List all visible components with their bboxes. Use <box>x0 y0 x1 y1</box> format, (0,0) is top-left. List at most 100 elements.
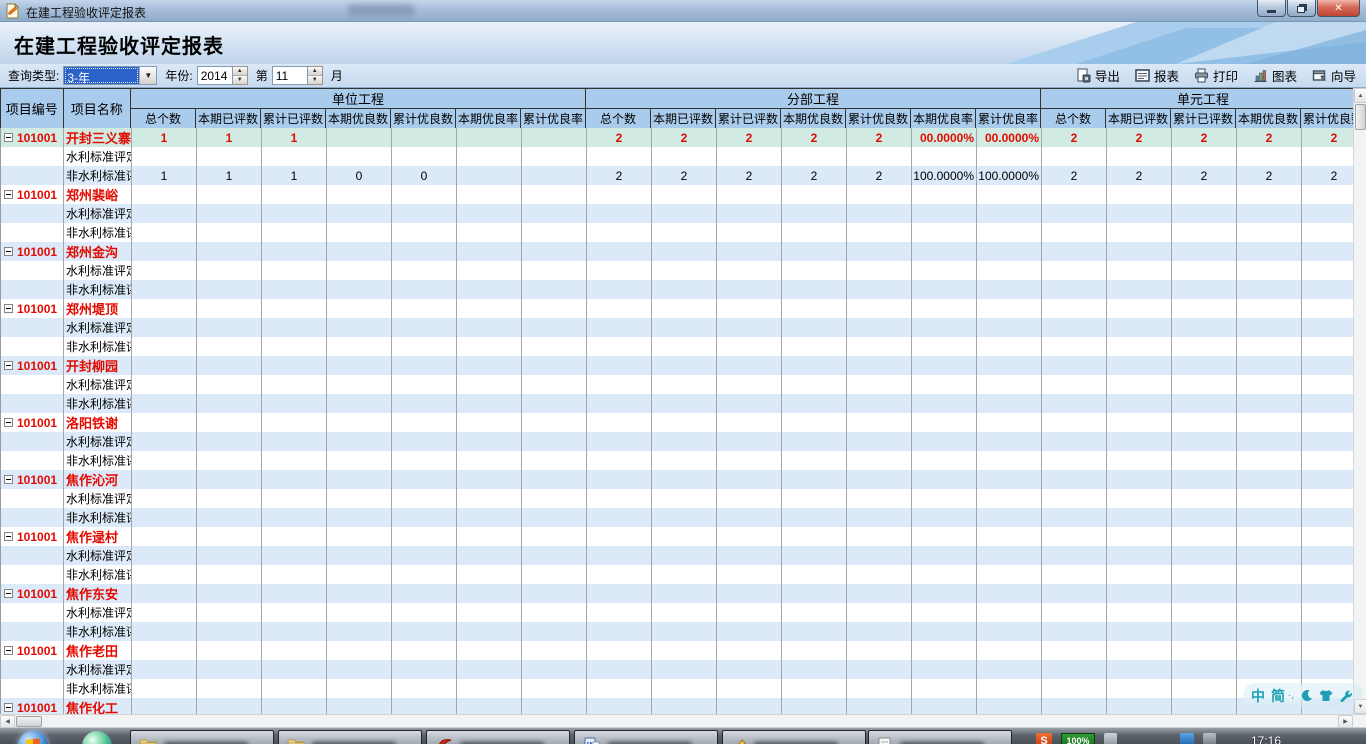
table-row[interactable]: 101001焦作化工 <box>1 698 1366 714</box>
month-value[interactable]: 11 <box>272 66 308 85</box>
horizontal-scroll-thumb[interactable] <box>16 716 42 727</box>
collapse-icon[interactable] <box>4 475 13 484</box>
table-cell <box>1172 413 1237 432</box>
horizontal-scrollbar[interactable]: ◀ ▶ <box>0 714 1366 727</box>
collapse-icon[interactable] <box>4 247 13 256</box>
taskbar[interactable]: W S 100% 17:16 <box>0 727 1366 744</box>
taskbar-button[interactable] <box>868 730 1012 744</box>
collapse-icon[interactable] <box>4 589 13 598</box>
ime-status-bar[interactable]: 中 简 ·, <box>1243 683 1363 708</box>
table-row[interactable]: 101001郑州堤顶 <box>1 299 1366 318</box>
table-row[interactable]: 101001焦作东安 <box>1 584 1366 603</box>
table-row[interactable]: 水利标准评定 <box>1 432 1366 451</box>
table-row[interactable]: 非水利标准评定 <box>1 622 1366 641</box>
battery-indicator[interactable]: 100% <box>1061 733 1095 744</box>
table-cell <box>652 299 717 318</box>
tray-network-icon[interactable] <box>1180 733 1194 744</box>
minimize-icon[interactable] <box>1257 0 1286 17</box>
chart-button[interactable]: 图表 <box>1253 66 1297 85</box>
table-row[interactable]: 非水利标准评定 <box>1 508 1366 527</box>
collapse-icon[interactable] <box>4 304 13 313</box>
table-row[interactable]: 101001开封柳园 <box>1 356 1366 375</box>
spin-up-icon[interactable]: ▲ <box>233 67 247 76</box>
table-row[interactable]: 水利标准评定 <box>1 318 1366 337</box>
collapse-icon[interactable] <box>4 190 13 199</box>
moon-icon[interactable] <box>1300 689 1313 702</box>
table-row[interactable]: 非水利标准评定1110022222100.0000%100.0000%22222 <box>1 166 1366 185</box>
table-row[interactable]: 101001郑州金沟 <box>1 242 1366 261</box>
table-cell <box>457 128 522 147</box>
chevron-down-icon[interactable]: ▼ <box>139 67 156 84</box>
collapse-icon[interactable] <box>4 418 13 427</box>
taskbar-button[interactable] <box>278 730 422 744</box>
sogou-tray-icon[interactable]: S <box>1036 733 1052 744</box>
taskbar-button[interactable] <box>722 730 866 744</box>
year-stepper[interactable]: 2014 ▲▼ <box>197 66 248 85</box>
collapse-icon[interactable] <box>4 361 13 370</box>
title-bar[interactable]: 在建工程验收评定报表 ✕ <box>0 0 1366 22</box>
table-cell <box>717 451 782 470</box>
close-icon[interactable]: ✕ <box>1317 0 1360 17</box>
table-cell <box>717 337 782 356</box>
spin-down-icon[interactable]: ▼ <box>233 76 247 84</box>
table-row[interactable]: 非水利标准评定 <box>1 679 1366 698</box>
table-row[interactable]: 水利标准评定 <box>1 204 1366 223</box>
table-cell <box>1042 660 1107 679</box>
scroll-up-icon[interactable]: ▲ <box>1354 88 1366 103</box>
ime-charset-indicator[interactable]: 简 <box>1271 686 1285 706</box>
collapse-icon[interactable] <box>4 646 13 655</box>
clock[interactable]: 17:16 <box>1251 734 1281 744</box>
spin-up-icon[interactable]: ▲ <box>308 67 322 76</box>
collapse-icon[interactable] <box>4 133 13 142</box>
report-button[interactable]: 报表 <box>1135 66 1179 85</box>
shirt-icon[interactable] <box>1319 689 1333 702</box>
table-row[interactable]: 非水利标准评定 <box>1 280 1366 299</box>
table-row[interactable]: 水利标准评定 <box>1 147 1366 166</box>
table-row[interactable]: 非水利标准评定 <box>1 337 1366 356</box>
wrench-icon[interactable] <box>1339 689 1352 702</box>
table-row[interactable]: 水利标准评定 <box>1 603 1366 622</box>
taskbar-button[interactable]: W <box>574 730 718 744</box>
ime-lang-indicator[interactable]: 中 <box>1251 686 1265 706</box>
collapse-icon[interactable] <box>4 703 13 712</box>
table-row[interactable]: 101001焦作逯村 <box>1 527 1366 546</box>
table-row[interactable]: 水利标准评定 <box>1 489 1366 508</box>
table-row[interactable]: 101001郑州裴峪 <box>1 185 1366 204</box>
browser-orb-icon[interactable] <box>82 731 112 744</box>
taskbar-button[interactable] <box>130 730 274 744</box>
table-row[interactable]: 101001焦作沁河 <box>1 470 1366 489</box>
table-cell <box>782 356 847 375</box>
year-value[interactable]: 2014 <box>197 66 233 85</box>
table-cell <box>1237 280 1302 299</box>
table-row[interactable]: 非水利标准评定 <box>1 394 1366 413</box>
vertical-scrollbar[interactable]: ▲ ▼ <box>1353 88 1366 714</box>
table-row[interactable]: 101001洛阳铁谢 <box>1 413 1366 432</box>
table-row[interactable]: 非水利标准评定 <box>1 451 1366 470</box>
print-button[interactable]: 打印 <box>1194 66 1238 85</box>
table-row[interactable]: 101001开封三义寨1112222200.0000%00.0000%22222 <box>1 128 1366 147</box>
table-row[interactable]: 水利标准评定 <box>1 375 1366 394</box>
collapse-icon[interactable] <box>4 532 13 541</box>
wizard-button[interactable]: 向导 <box>1312 66 1356 85</box>
query-type-select[interactable]: 3-年 ▼ <box>63 66 157 85</box>
table-cell <box>1172 318 1237 337</box>
vertical-scroll-thumb[interactable] <box>1355 104 1366 130</box>
table-row[interactable]: 非水利标准评定 <box>1 223 1366 242</box>
table-row[interactable]: 水利标准评定 <box>1 660 1366 679</box>
table-row[interactable]: 水利标准评定 <box>1 261 1366 280</box>
month-stepper[interactable]: 11 ▲▼ <box>272 66 323 85</box>
table-row[interactable]: 非水利标准评定 <box>1 565 1366 584</box>
restore-icon[interactable] <box>1287 0 1316 17</box>
taskbar-button[interactable] <box>426 730 570 744</box>
ime-punct-indicator[interactable]: ·, <box>1288 690 1294 701</box>
tray-volume-icon[interactable] <box>1203 733 1216 744</box>
table-row[interactable]: 水利标准评定 <box>1 546 1366 565</box>
table-row[interactable]: 101001焦作老田 <box>1 641 1366 660</box>
start-button[interactable] <box>18 731 48 744</box>
table-cell <box>782 337 847 356</box>
report-table[interactable]: 101001开封三义寨1112222200.0000%00.0000%22222… <box>0 128 1366 714</box>
export-button[interactable]: 导出 <box>1076 66 1120 85</box>
tray-misc-icon[interactable] <box>1104 733 1117 744</box>
spin-down-icon[interactable]: ▼ <box>308 76 322 84</box>
system-tray[interactable]: S 100% 17:16 <box>1036 728 1281 744</box>
